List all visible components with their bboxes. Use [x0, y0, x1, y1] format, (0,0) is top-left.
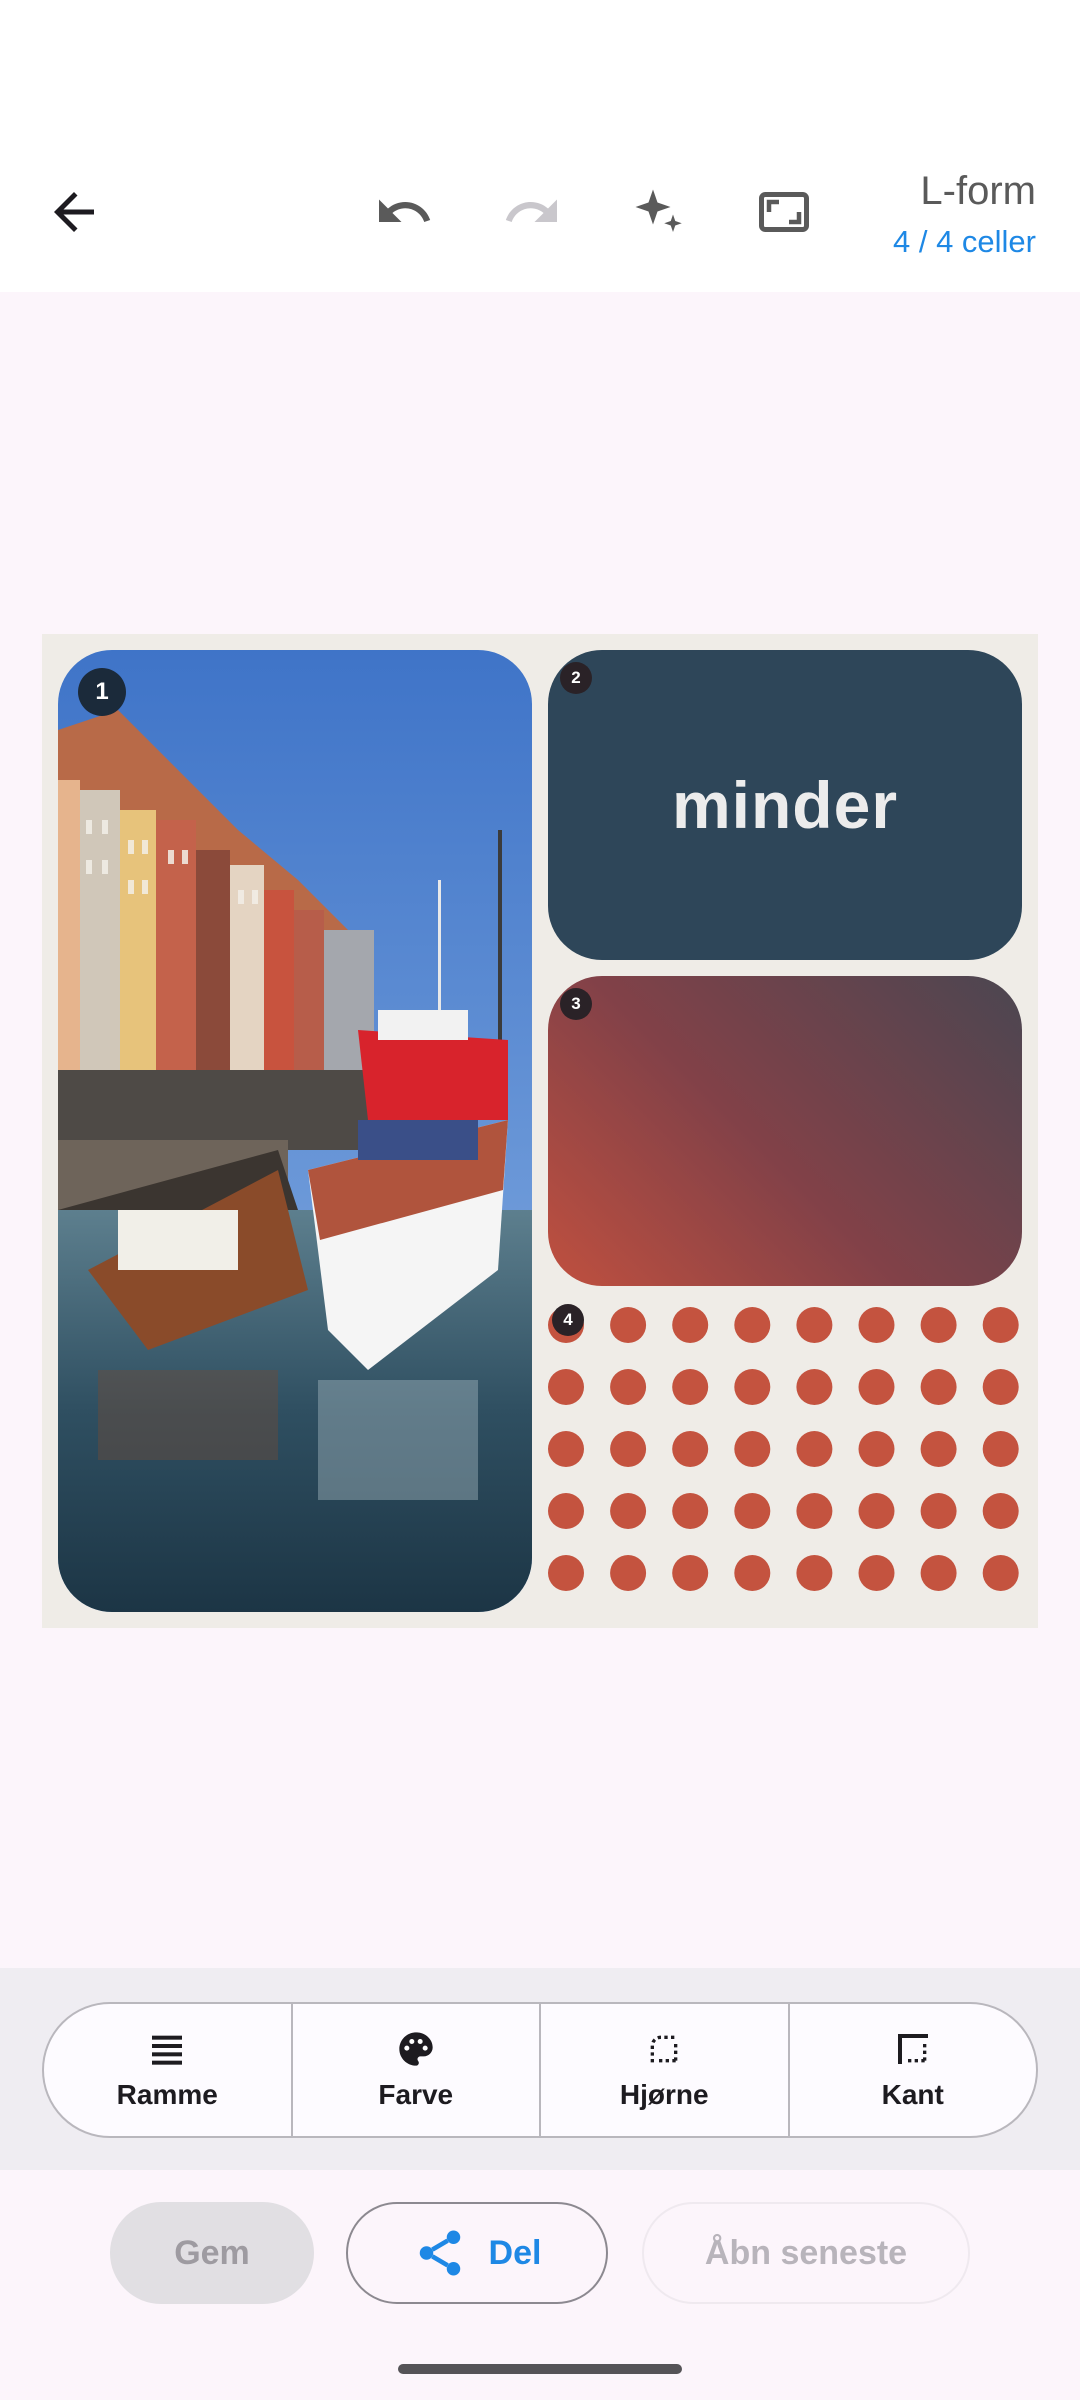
pattern-dot [734, 1307, 771, 1343]
top-app-bar: L-form 4 / 4 celler [0, 0, 1080, 292]
collage-cell-3[interactable]: 3 [548, 976, 1022, 1286]
collage-cell-2[interactable]: minder 2 [548, 650, 1022, 960]
tool-border-button[interactable]: Kant [790, 2004, 1037, 2136]
share-label: Del [488, 2233, 542, 2272]
back-button[interactable] [26, 164, 122, 260]
tool-label: Ramme [116, 2079, 218, 2110]
pattern-dot [610, 1307, 647, 1343]
pattern-dot [920, 1555, 957, 1591]
home-indicator[interactable] [398, 2364, 682, 2374]
pattern-dot [548, 1369, 584, 1405]
share-icon [419, 2230, 460, 2276]
arrow-left-icon [54, 192, 94, 232]
aspect-ratio-button[interactable] [736, 164, 832, 260]
layout-title: L-form [920, 169, 1036, 213]
cell-number-badge: 3 [560, 988, 592, 1020]
pattern-dot [610, 1431, 647, 1467]
pattern-dot [858, 1555, 895, 1591]
cell-count: 4 / 4 celler [892, 224, 1036, 259]
pattern-dot [796, 1555, 833, 1591]
tool-frame-button[interactable]: Ramme [44, 2004, 293, 2136]
sparkles-icon [635, 189, 682, 232]
pattern-dot [734, 1555, 771, 1591]
frame-lines-icon [152, 2035, 183, 2065]
collage-canvas: 1 minder 2 3 4 [42, 634, 1038, 1628]
pattern-dot [982, 1493, 1019, 1529]
harbor-photo [58, 650, 532, 1612]
tool-corner-button[interactable]: Hjørne [541, 2004, 790, 2136]
pattern-dot [920, 1431, 957, 1467]
pattern-dot [796, 1369, 833, 1405]
border-edge-icon [897, 2034, 928, 2064]
pattern-dot [796, 1307, 833, 1343]
pattern-dot [672, 1307, 709, 1343]
pattern-dot [672, 1493, 709, 1529]
pattern-dot [920, 1307, 957, 1343]
tool-color-button[interactable]: Farve [293, 2004, 541, 2136]
open-recent-button[interactable]: Åbn seneste [642, 2202, 970, 2304]
pattern-dot [920, 1369, 957, 1405]
cell-text: minder [671, 768, 899, 842]
cell-number-badge: 4 [552, 1304, 584, 1336]
undo-icon [379, 199, 431, 222]
save-button[interactable]: Gem [110, 2202, 314, 2304]
pattern-dot [610, 1369, 647, 1405]
tool-segmented-control: Ramme Farve Hjørne Kant [42, 2002, 1038, 2138]
tool-panel: Ramme Farve Hjørne Kant [0, 1968, 1080, 2170]
tool-label: Hjørne [619, 2079, 709, 2110]
tool-label: Kant [881, 2079, 944, 2110]
pattern-dot [672, 1555, 709, 1591]
layout-info[interactable]: L-form 4 / 4 celler [893, 168, 1036, 264]
pattern-dot [734, 1493, 771, 1529]
pattern-dot [858, 1369, 895, 1405]
palette-icon [399, 2032, 433, 2066]
collage-cell-4[interactable]: 4 [548, 1302, 1022, 1612]
pattern-dot [982, 1431, 1019, 1467]
pattern-dot [796, 1493, 833, 1529]
pattern-dot [858, 1493, 895, 1529]
pattern-dot [734, 1369, 771, 1405]
pattern-dot [858, 1307, 895, 1343]
pattern-dot [610, 1493, 647, 1529]
collage-cell-1[interactable]: 1 [58, 650, 532, 1612]
dot-pattern [548, 1307, 1019, 1591]
pattern-dot [734, 1431, 771, 1467]
pattern-dot [920, 1493, 957, 1529]
aspect-ratio-icon [759, 192, 809, 232]
pattern-dot [548, 1555, 584, 1591]
undo-button[interactable] [356, 164, 452, 260]
redo-button[interactable] [484, 164, 580, 260]
rounded-corner-icon [650, 2035, 678, 2063]
pattern-dot [982, 1369, 1019, 1405]
pattern-dot [672, 1431, 709, 1467]
share-button[interactable]: Del [346, 2202, 608, 2304]
cell-number-badge: 1 [78, 668, 126, 716]
pattern-dot [548, 1493, 584, 1529]
cell-number-badge: 2 [560, 662, 592, 694]
pattern-dot [548, 1431, 584, 1467]
redo-icon [505, 199, 557, 222]
pattern-dot [982, 1307, 1019, 1343]
magic-button[interactable] [610, 164, 706, 260]
pattern-dot [982, 1555, 1019, 1591]
pattern-dot [858, 1431, 895, 1467]
pattern-dot [796, 1431, 833, 1467]
pattern-dot [610, 1555, 647, 1591]
tool-label: Farve [378, 2079, 454, 2110]
pattern-dot [672, 1369, 709, 1405]
